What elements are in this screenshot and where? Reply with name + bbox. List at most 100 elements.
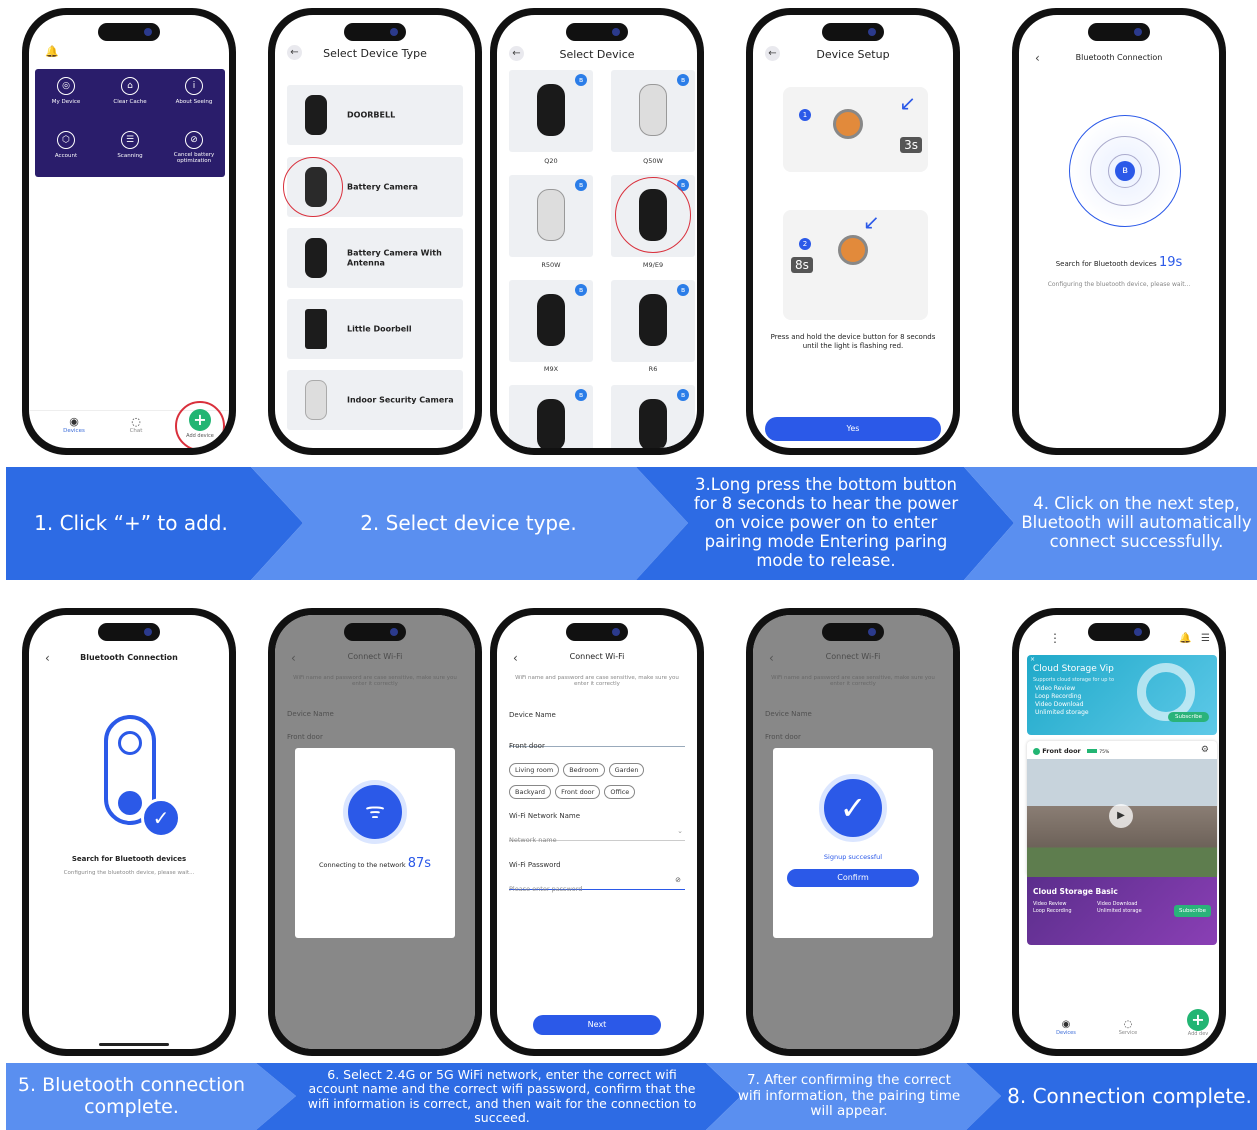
chip-office[interactable]: Office — [604, 785, 636, 799]
device-icon: ◎ — [57, 77, 75, 95]
basic-subscribe-button[interactable]: Subscribe — [1173, 905, 1211, 917]
battery-level: 75% — [1099, 750, 1110, 755]
yes-button[interactable]: Yes — [765, 417, 941, 441]
device-name-label: Device Name — [509, 711, 556, 719]
vip-subscribe-button[interactable]: Subscribe — [1167, 712, 1209, 722]
menu-item-my-device[interactable]: ◎ My Device — [41, 77, 91, 105]
arrow-icon: ↙ — [899, 91, 916, 115]
device-type-indoor-camera[interactable]: Indoor Security Camera — [287, 370, 463, 430]
doorbell-image — [305, 95, 327, 135]
phone-bluetooth-complete: ‹ Bluetooth Connection ✓ Search for Blue… — [22, 608, 236, 1056]
password-input[interactable]: Please enter password ⊘ — [509, 876, 685, 893]
chip-bedroom[interactable]: Bedroom — [563, 763, 605, 777]
step-banner-row-1: 1. Click “+” to add. 2. Select device ty… — [6, 467, 1257, 580]
phone-bluetooth-search: ‹ Bluetooth Connection ʙ Search for Blue… — [1012, 8, 1226, 455]
step-3-text: 3.Long press the bottom button for 8 sec… — [693, 475, 959, 570]
device-r50w[interactable]: ʙ — [509, 175, 593, 257]
menu-panel: ◎ My Device ⌂ Clear Cache i About Seeing… — [35, 69, 225, 177]
phone-wifi-form: ‹ Connect Wi-Fi WiFi name and password a… — [490, 608, 704, 1056]
eye-off-icon[interactable]: ⊘ — [675, 876, 681, 884]
next-button[interactable]: Next — [533, 1015, 661, 1035]
tab-devices[interactable]: ◉ Devices — [59, 415, 89, 434]
step-6-text: 6. Select 2.4G or 5G WiFi network, enter… — [307, 1066, 697, 1125]
menu-item-cancel-battery[interactable]: ⊘ Cancel battery optimization — [169, 131, 219, 164]
device-type-doorbell[interactable]: DOORBELL — [287, 85, 463, 145]
step-2-text: 2. Select device type. — [360, 511, 577, 535]
tab-add-device[interactable]: + Add device — [175, 401, 225, 448]
device-card[interactable]: Front door 75% ⚙ ▶ — [1027, 741, 1217, 877]
check-icon: ✓ — [141, 798, 181, 838]
device-more-1[interactable]: ʙ — [509, 385, 593, 448]
network-label: Wi-Fi Network Name — [509, 812, 581, 820]
chip-garden[interactable]: Garden — [608, 763, 645, 777]
bluetooth-icon: ʙ — [677, 389, 689, 401]
camera-preview[interactable]: ▶ — [1027, 759, 1217, 877]
tab-devices[interactable]: ◉ Devices — [1049, 1019, 1083, 1036]
info-icon: i — [185, 77, 203, 95]
bottom-tabbar: ◉ Devices ◌ Service + Add dev — [1019, 1009, 1219, 1049]
instruction-text: Press and hold the device button for 8 s… — [770, 333, 936, 350]
home-indicator — [99, 1043, 169, 1046]
scan-icon: ☰ — [121, 131, 139, 149]
cloud-vip-card[interactable]: × Cloud Storage Vip Supports cloud stora… — [1027, 655, 1217, 735]
device-r6[interactable]: ʙ — [611, 280, 695, 362]
menu-item-clear-cache[interactable]: ⌂ Clear Cache — [105, 77, 155, 105]
step-1-text: 1. Click “+” to add. — [34, 511, 228, 535]
device-q20[interactable]: ʙ — [509, 70, 593, 152]
phone-connection-complete: ⋮ 🔔 ☰ × Cloud Storage Vip Supports cloud… — [1012, 608, 1226, 1056]
config-status: Configuring the bluetooth device, please… — [1047, 281, 1191, 288]
password-label: Wi-Fi Password — [509, 861, 561, 869]
device-m9x[interactable]: ʙ — [509, 280, 593, 362]
chip-living-room[interactable]: Living room — [509, 763, 560, 777]
arrow-icon: ↙ — [863, 210, 880, 234]
step-banner-row-2: 5. Bluetooth connection complete. 6. Sel… — [6, 1063, 1257, 1130]
config-status: Configuring the bluetooth device, please… — [63, 870, 195, 876]
chip-front-door[interactable]: Front door — [555, 785, 601, 799]
device-button-illustration — [838, 235, 868, 265]
case-note: WiFi name and password are case sensitiv… — [515, 675, 679, 687]
chevron-down-icon[interactable]: ⌄ — [677, 827, 683, 835]
step-4-text: 4. Click on the next step, Bluetooth wil… — [1021, 494, 1252, 551]
more-icon[interactable]: ⋮ — [1049, 631, 1061, 645]
page-title: Select Device Type — [323, 47, 427, 60]
tab-chat[interactable]: ◌ Chat — [121, 415, 151, 434]
settings-icon[interactable]: ⚙ — [1201, 745, 1209, 755]
account-icon: ⬡ — [57, 131, 75, 149]
connecting-status: Connecting to the network 87s — [318, 856, 432, 871]
search-status: Search for Bluetooth devices — [71, 855, 187, 863]
room-chips: Living room Bedroom Garden Backyard Front d… — [507, 757, 683, 801]
tab-add-device[interactable]: + Add dev — [1181, 1009, 1215, 1037]
camera-tab-icon: ◉ — [69, 415, 79, 428]
camera-tab-icon: ◉ — [1061, 1019, 1071, 1030]
menu-icon[interactable]: ☰ — [1201, 633, 1210, 644]
check-icon: ✓ — [819, 774, 887, 842]
device-more-2[interactable]: ʙ — [611, 385, 695, 448]
device-name-input[interactable]: Front door — [509, 733, 685, 750]
cloud-basic-card[interactable]: Cloud Storage Basic Video Review Loop Re… — [1027, 877, 1217, 945]
chat-icon: ◌ — [131, 415, 141, 428]
confirm-button[interactable]: Confirm — [787, 869, 919, 887]
device-q50w[interactable]: ʙ — [611, 70, 695, 152]
broom-icon: ⌂ — [121, 77, 139, 95]
bell-icon[interactable]: 🔔 — [45, 45, 59, 58]
radar-graphic: ʙ — [1069, 115, 1181, 227]
tab-service[interactable]: ◌ Service — [1111, 1019, 1145, 1036]
search-timer: 19s — [1158, 255, 1183, 270]
menu-item-scanning[interactable]: ☰ Scanning — [105, 131, 155, 159]
play-icon[interactable]: ▶ — [1109, 804, 1133, 828]
network-input[interactable]: Network name ⌄ — [509, 827, 685, 844]
page-title: Select Device — [559, 48, 635, 61]
press-illustration-2: 8s 2 ↙ — [783, 210, 928, 320]
bell-icon[interactable]: 🔔 — [1179, 633, 1191, 644]
menu-item-about[interactable]: i About Seeing — [169, 77, 219, 105]
page-title: Bluetooth Connection — [80, 653, 178, 662]
device-button-illustration — [833, 109, 863, 139]
bluetooth-icon: ʙ — [575, 389, 587, 401]
menu-item-account[interactable]: ⬡ Account — [41, 131, 91, 159]
chat-icon: ◌ — [1123, 1019, 1133, 1030]
chip-backyard[interactable]: Backyard — [509, 785, 552, 799]
device-type-battery-camera-antenna[interactable]: Battery Camera With Antenna — [287, 228, 463, 288]
close-icon[interactable]: × — [1030, 656, 1035, 663]
connecting-dialog: ᯤ Connecting to the network 87s — [295, 748, 455, 938]
device-type-little-doorbell[interactable]: Little Doorbell — [287, 299, 463, 359]
